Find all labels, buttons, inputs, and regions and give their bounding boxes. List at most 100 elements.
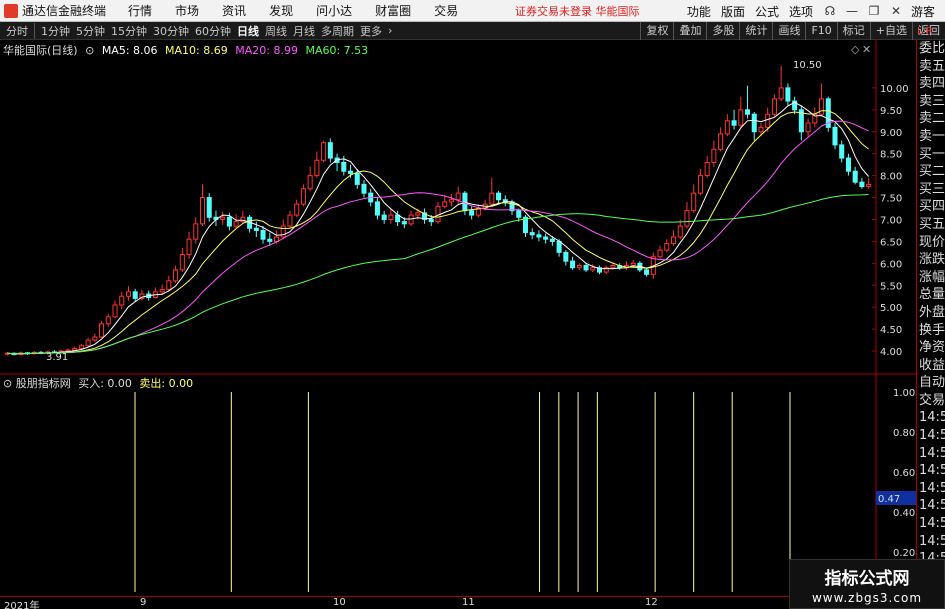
ma-settings-icon[interactable]: ⊙ bbox=[85, 44, 94, 57]
restore-icon[interactable]: ❐ bbox=[867, 4, 881, 18]
menu-options[interactable]: 选项 bbox=[789, 3, 813, 20]
candle[interactable] bbox=[489, 177, 495, 207]
period-intraday[interactable]: 分时 bbox=[6, 23, 28, 39]
candle[interactable] bbox=[233, 214, 239, 229]
candle[interactable] bbox=[435, 201, 441, 224]
chevron-right-icon[interactable]: › bbox=[388, 24, 392, 37]
candle[interactable] bbox=[704, 155, 710, 178]
candle[interactable] bbox=[852, 166, 858, 185]
candle[interactable] bbox=[570, 256, 576, 270]
period-daily[interactable]: 日线 bbox=[237, 23, 259, 39]
candle[interactable] bbox=[199, 184, 206, 227]
candle[interactable] bbox=[381, 210, 387, 224]
candle[interactable] bbox=[422, 208, 428, 224]
period-15min[interactable]: 15分钟 bbox=[111, 23, 147, 39]
candle[interactable] bbox=[85, 337, 91, 347]
period-1min[interactable]: 1分钟 bbox=[34, 22, 70, 39]
candle[interactable] bbox=[92, 333, 98, 343]
candle[interactable] bbox=[469, 206, 475, 220]
candle[interactable] bbox=[731, 109, 737, 130]
tool-add-favorite[interactable]: +自选 bbox=[869, 22, 912, 40]
candle[interactable] bbox=[798, 105, 804, 141]
candle[interactable] bbox=[805, 118, 811, 137]
candle[interactable] bbox=[866, 177, 872, 189]
tool-adjust[interactable]: 复权 bbox=[640, 22, 673, 40]
candle[interactable] bbox=[193, 217, 199, 244]
candle[interactable] bbox=[361, 179, 367, 198]
candle[interactable] bbox=[778, 65, 784, 102]
candle[interactable] bbox=[718, 127, 724, 152]
candle[interactable] bbox=[119, 291, 125, 310]
candle[interactable] bbox=[623, 261, 629, 270]
period-monthly[interactable]: 月线 bbox=[293, 23, 315, 39]
menu-ask[interactable]: 问小达 bbox=[316, 2, 352, 19]
candle[interactable] bbox=[321, 140, 327, 163]
sidebar-label[interactable]: 自动 bbox=[917, 374, 945, 392]
candle[interactable] bbox=[186, 231, 192, 259]
candle[interactable] bbox=[839, 140, 845, 163]
candle[interactable] bbox=[738, 96, 744, 128]
menu-function[interactable]: 功能 bbox=[687, 3, 711, 20]
candle[interactable] bbox=[132, 288, 138, 302]
tool-overlay[interactable]: 叠加 bbox=[673, 22, 706, 40]
candle[interactable] bbox=[697, 169, 703, 196]
candle[interactable] bbox=[105, 313, 111, 327]
candle[interactable] bbox=[448, 194, 454, 207]
candle[interactable] bbox=[845, 153, 851, 176]
period-weekly[interactable]: 周线 bbox=[265, 23, 287, 39]
candle[interactable] bbox=[529, 228, 535, 240]
menu-wealth-circle[interactable]: 财富圈 bbox=[375, 2, 411, 19]
candle[interactable] bbox=[583, 263, 589, 273]
candle[interactable] bbox=[657, 245, 663, 259]
candle[interactable] bbox=[388, 208, 394, 224]
menu-discover[interactable]: 发现 bbox=[269, 2, 293, 19]
candle[interactable] bbox=[206, 193, 212, 222]
candle[interactable] bbox=[825, 96, 831, 132]
tool-multi-stock[interactable]: 多股 bbox=[706, 22, 739, 40]
candle[interactable] bbox=[173, 265, 179, 284]
indicator-settings-icon[interactable]: ⊙ bbox=[3, 377, 12, 390]
candle[interactable] bbox=[576, 263, 582, 270]
candle[interactable] bbox=[812, 107, 818, 128]
candle[interactable] bbox=[664, 239, 670, 253]
sidebar-corner-tag[interactable]: L R bbox=[917, 26, 933, 37]
candle[interactable] bbox=[691, 184, 697, 213]
candle[interactable] bbox=[442, 195, 448, 209]
chart-close-icon[interactable]: ✕ bbox=[862, 43, 871, 56]
candle[interactable] bbox=[563, 250, 569, 266]
candle[interactable] bbox=[307, 166, 313, 191]
period-30min[interactable]: 30分钟 bbox=[153, 23, 189, 39]
candle[interactable] bbox=[785, 83, 791, 106]
candle[interactable] bbox=[751, 112, 757, 141]
close-icon[interactable]: ✕ bbox=[889, 4, 903, 18]
candle[interactable] bbox=[745, 85, 751, 119]
candle[interactable] bbox=[327, 138, 333, 163]
candle[interactable] bbox=[374, 197, 380, 220]
stock-name[interactable]: 华能国际 bbox=[3, 44, 47, 57]
candle[interactable] bbox=[617, 263, 623, 270]
sidebar-label[interactable]: 交易 bbox=[917, 392, 945, 410]
menu-news[interactable]: 资讯 bbox=[222, 2, 246, 19]
candle[interactable] bbox=[294, 199, 300, 218]
candle[interactable] bbox=[139, 289, 145, 301]
candle[interactable] bbox=[112, 300, 118, 319]
candle[interactable] bbox=[536, 230, 542, 242]
tool-stats[interactable]: 统计 bbox=[739, 22, 772, 40]
headset-icon[interactable]: ☊ bbox=[823, 4, 837, 18]
tool-f10[interactable]: F10 bbox=[805, 22, 836, 40]
menu-trade[interactable]: 交易 bbox=[434, 2, 458, 19]
candle[interactable] bbox=[502, 195, 508, 207]
tool-mark[interactable]: 标记 bbox=[836, 22, 870, 40]
candle[interactable] bbox=[247, 215, 253, 233]
candle[interactable] bbox=[832, 122, 838, 150]
candle[interactable] bbox=[771, 94, 777, 117]
candle[interactable] bbox=[859, 177, 865, 189]
candle[interactable] bbox=[240, 210, 246, 224]
candle[interactable] bbox=[152, 287, 158, 299]
indicator-name[interactable]: 股朋指标网 bbox=[16, 377, 71, 390]
candle[interactable] bbox=[220, 211, 226, 225]
candle[interactable] bbox=[179, 247, 185, 273]
login-notice[interactable]: 证券交易未登录 华能国际 bbox=[515, 3, 640, 19]
period-5min[interactable]: 5分钟 bbox=[76, 23, 105, 39]
minimize-icon[interactable]: — bbox=[845, 4, 859, 18]
